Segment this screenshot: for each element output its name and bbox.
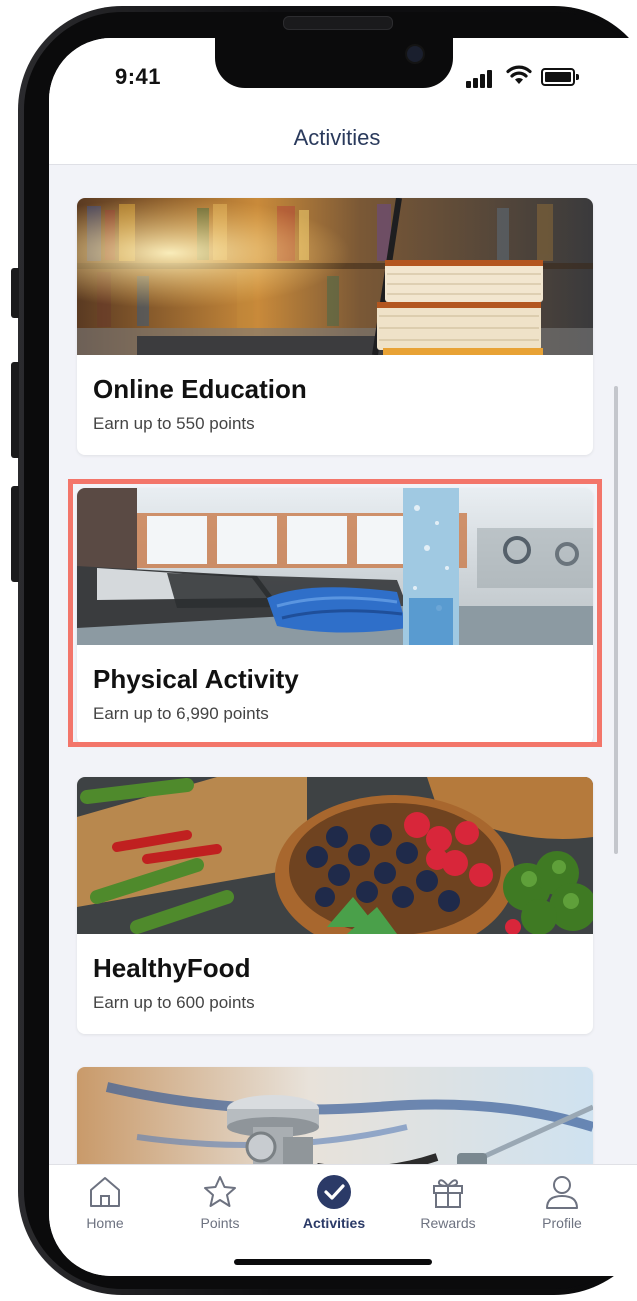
check-circle-icon bbox=[317, 1175, 351, 1209]
status-icons bbox=[466, 65, 586, 88]
card-points: Earn up to 550 points bbox=[93, 414, 255, 433]
tab-label: Points bbox=[200, 1215, 240, 1231]
tab-points[interactable]: Points bbox=[170, 1165, 270, 1245]
card-image-stethoscope bbox=[77, 1067, 593, 1165]
tab-label: Activities bbox=[302, 1215, 366, 1231]
page-title: Activities bbox=[293, 125, 381, 150]
tab-rewards[interactable]: Rewards bbox=[398, 1165, 498, 1245]
activity-card-online-education[interactable]: Online Education Earn up to 550 points bbox=[77, 198, 593, 455]
volume-up-button bbox=[11, 362, 19, 458]
activity-card-healthy-food[interactable]: HealthyFood Earn up to 600 points bbox=[77, 777, 593, 1034]
camera-icon bbox=[405, 44, 425, 64]
tab-label: Rewards bbox=[420, 1215, 476, 1231]
card-image-books bbox=[77, 198, 593, 355]
card-title: Online Education bbox=[93, 374, 307, 404]
tab-activities[interactable]: Activities bbox=[284, 1165, 384, 1245]
status-bar: 9:41 bbox=[49, 38, 637, 124]
highlight-box bbox=[68, 479, 602, 747]
tab-label: Profile bbox=[542, 1215, 582, 1231]
card-points: Earn up to 600 points bbox=[93, 993, 255, 1012]
mute-switch bbox=[11, 268, 19, 318]
card-image-food bbox=[77, 777, 593, 934]
battery-icon bbox=[541, 68, 575, 86]
tab-label: Home bbox=[86, 1215, 124, 1231]
status-time: 9:41 bbox=[115, 64, 162, 89]
card-title: HealthyFood bbox=[93, 953, 251, 983]
home-icon bbox=[90, 1177, 120, 1207]
navigation-bar: Activities bbox=[49, 124, 637, 165]
activity-card-medical[interactable] bbox=[77, 1067, 593, 1165]
activity-list: Online Education Earn up to 550 points P… bbox=[49, 165, 637, 1165]
battery-nub bbox=[576, 74, 579, 80]
person-icon bbox=[546, 1176, 578, 1209]
home-indicator bbox=[234, 1259, 432, 1265]
tab-profile[interactable]: Profile bbox=[512, 1165, 612, 1245]
scrollbar[interactable] bbox=[614, 386, 618, 854]
speaker-grille bbox=[283, 16, 393, 30]
star-icon bbox=[204, 1176, 236, 1207]
wifi-icon bbox=[506, 65, 532, 84]
gift-icon bbox=[433, 1179, 463, 1208]
tab-home[interactable]: Home bbox=[55, 1165, 155, 1245]
app-screen: 9:41 Activities Online Education Earn up… bbox=[49, 38, 637, 1276]
volume-down-button bbox=[11, 486, 19, 582]
notch bbox=[215, 38, 453, 88]
